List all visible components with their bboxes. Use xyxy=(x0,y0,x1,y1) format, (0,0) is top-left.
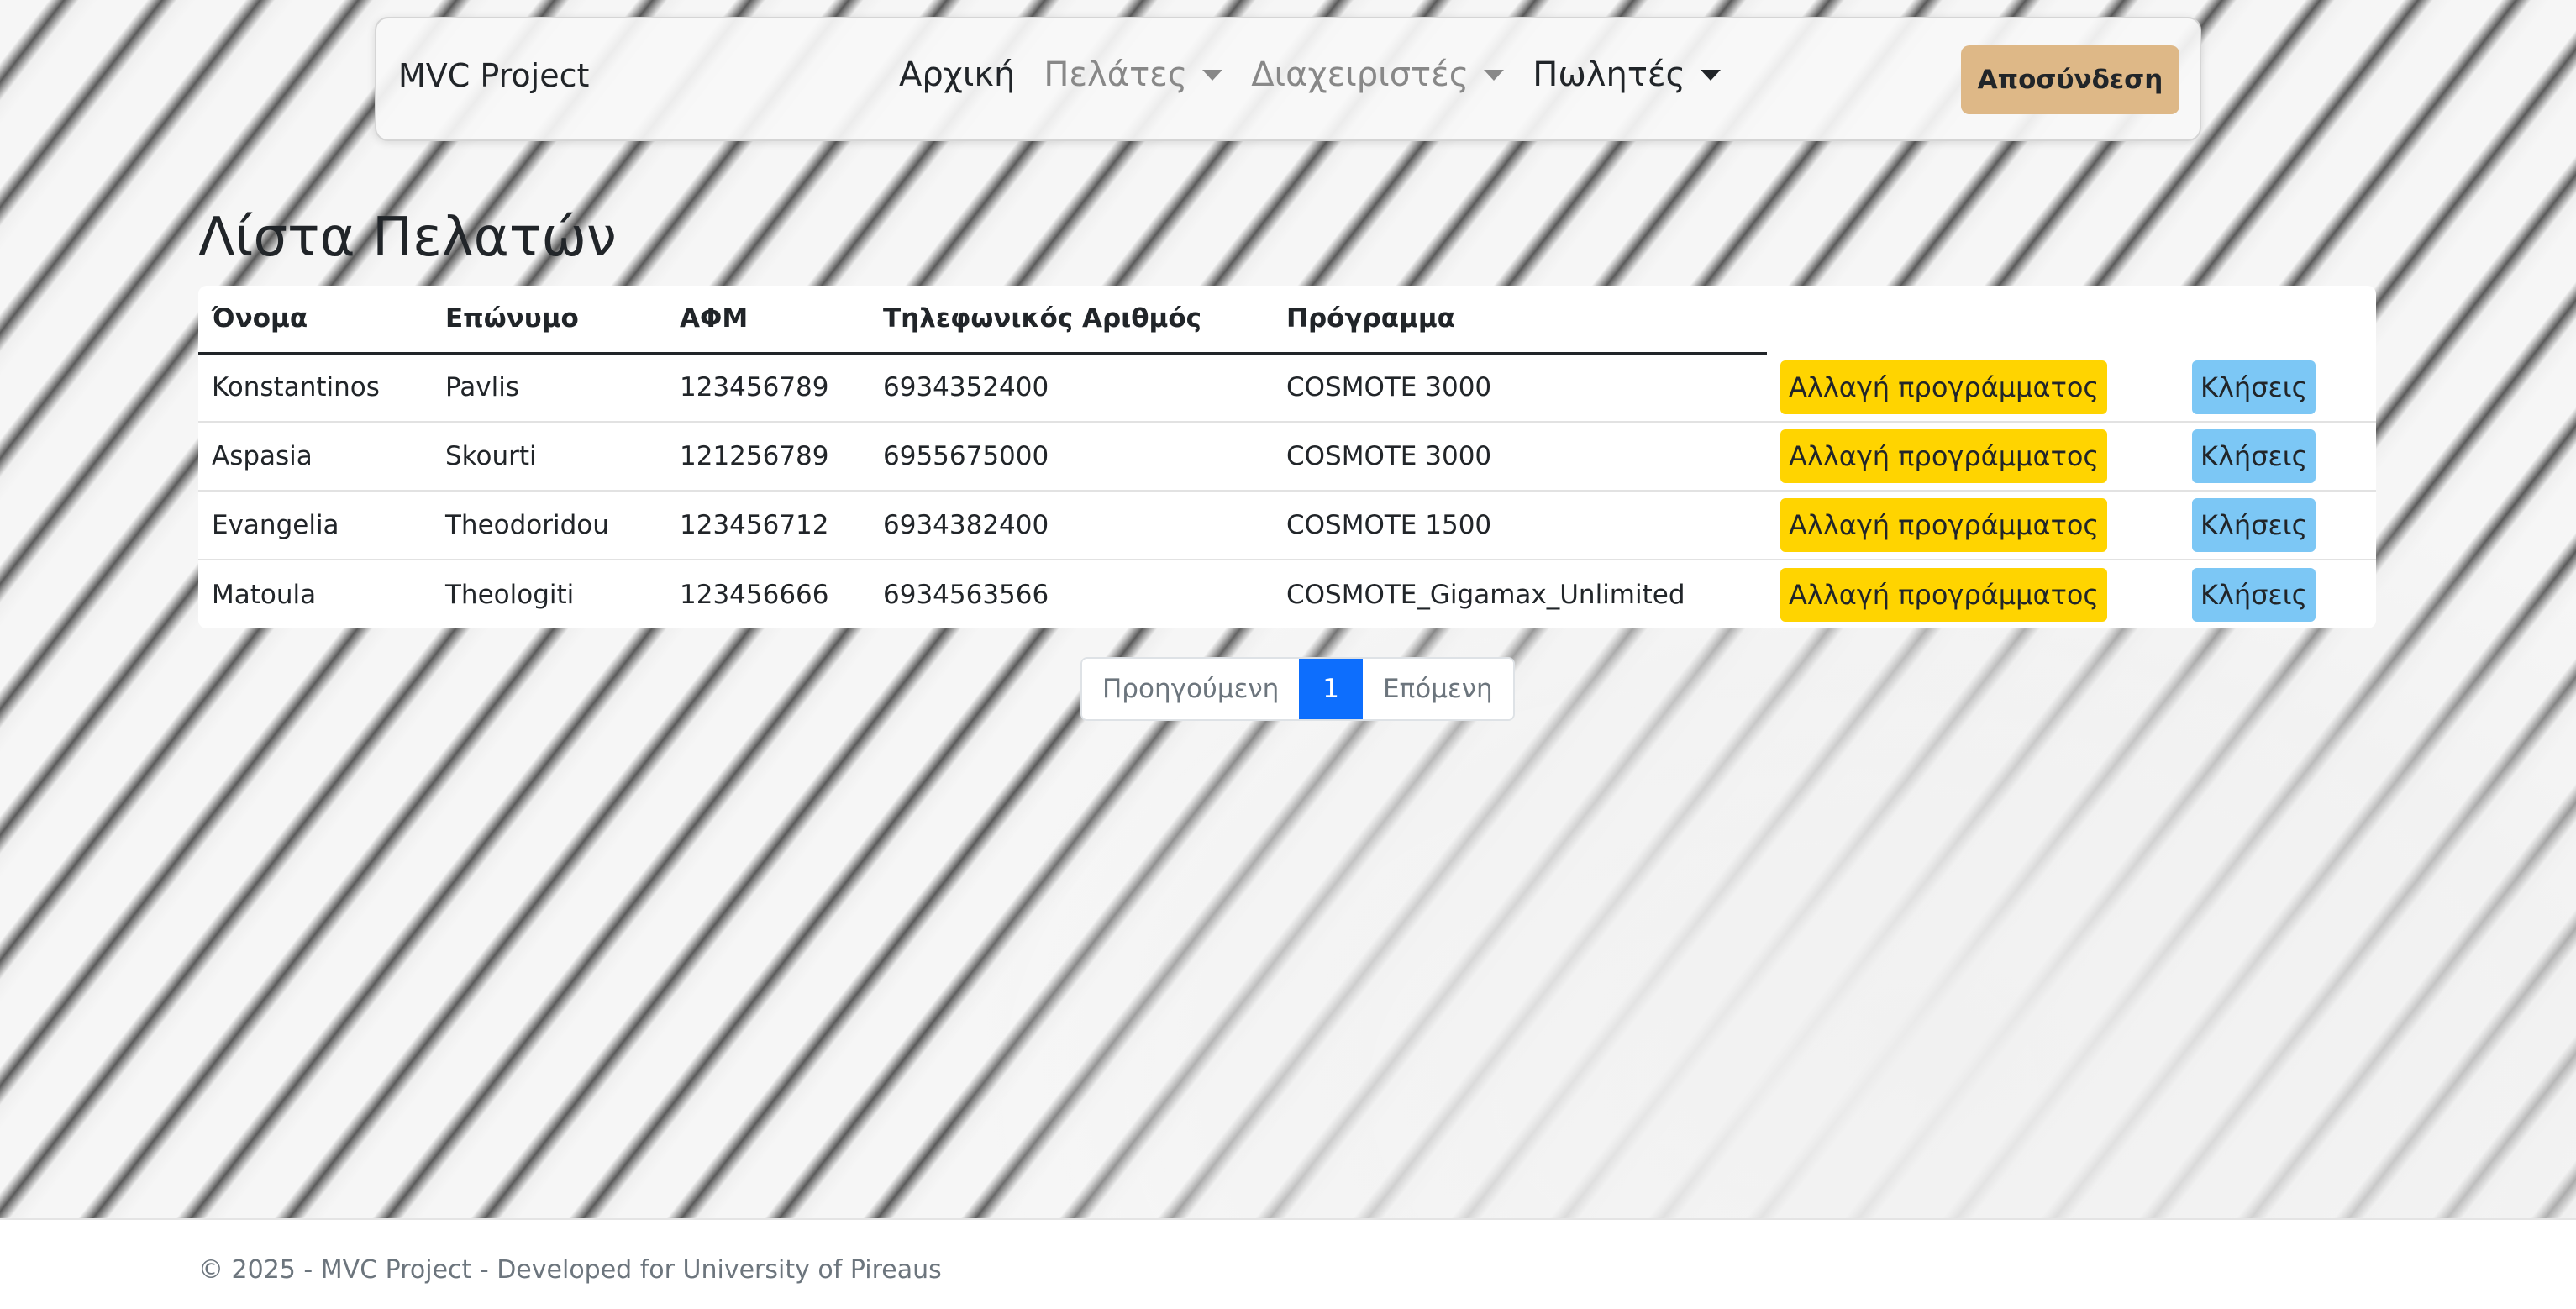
pagination-page-1[interactable]: 1 xyxy=(1299,659,1364,719)
chevron-down-icon xyxy=(1701,69,1722,81)
table-row: Aspasia Skourti 121256789 6955675000 COS… xyxy=(198,421,2376,491)
calls-button[interactable]: Κλήσεις xyxy=(2192,498,2316,552)
table-header-row: Όνομα Επώνυμο ΑΦΜ Τηλεφωνικός Αριθμός Πρ… xyxy=(198,286,2376,355)
nav-item-home-label: Αρχική xyxy=(899,55,1016,94)
nav-item-sellers[interactable]: Πωλητές xyxy=(1532,55,1722,94)
cell-change-action: Αλλαγή προγράμματος xyxy=(1767,490,2179,560)
calls-button[interactable]: Κλήσεις xyxy=(2192,429,2316,483)
cell-last-name: Theodoridou xyxy=(432,490,666,560)
nav-item-customers[interactable]: Πελάτες xyxy=(1044,55,1223,94)
cell-phone: 6934382400 xyxy=(870,490,1273,560)
change-program-button[interactable]: Αλλαγή προγράμματος xyxy=(1780,360,2108,414)
cell-change-action: Αλλαγή προγράμματος xyxy=(1767,421,2179,491)
cell-afm: 123456712 xyxy=(666,490,870,560)
navbar: MVC Project Αρχική Πελάτες Διαχειριστές … xyxy=(375,17,2201,141)
nav-item-admins[interactable]: Διαχειριστές xyxy=(1251,55,1505,94)
cell-first-name: Aspasia xyxy=(198,421,432,491)
table-row: Konstantinos Pavlis 123456789 6934352400… xyxy=(198,353,2376,422)
column-header-phone: Τηλεφωνικός Αριθμός xyxy=(870,286,1273,355)
cell-program: COSMOTE_Gigamax_Unlimited xyxy=(1273,559,1767,628)
cell-program: COSMOTE 3000 xyxy=(1273,421,1767,491)
customers-table-container: Όνομα Επώνυμο ΑΦΜ Τηλεφωνικός Αριθμός Πρ… xyxy=(198,286,2376,628)
cell-program: COSMOTE 3000 xyxy=(1286,372,1492,403)
cell-first-name: Evangelia xyxy=(198,490,432,560)
cell-phone: 6955675000 xyxy=(870,421,1273,491)
customers-table: Όνομα Επώνυμο ΑΦΜ Τηλεφωνικός Αριθμός Πρ… xyxy=(198,286,2376,628)
nav-item-sellers-label: Πωλητές xyxy=(1532,55,1686,94)
page-title: Λίστα Πελατών xyxy=(198,207,617,269)
cell-phone: 6934352400 xyxy=(883,372,1049,403)
footer: © 2025 - MVC Project - Developed for Uni… xyxy=(0,1218,2576,1309)
cell-calls-action: Κλήσεις xyxy=(2179,353,2376,422)
cell-phone: 6934563566 xyxy=(870,559,1273,628)
nav-item-home[interactable]: Αρχική xyxy=(899,55,1015,94)
cell-program: COSMOTE 1500 xyxy=(1273,490,1767,560)
cell-calls-action: Κλήσεις xyxy=(2179,559,2376,628)
cell-last-name: Pavlis xyxy=(445,372,520,403)
column-header-calls xyxy=(2179,286,2376,353)
cell-first-name: Matoula xyxy=(198,559,432,628)
column-header-last-name: Επώνυμο xyxy=(432,286,666,355)
pagination: Προηγούμενη 1 Επόμενη xyxy=(1080,657,1515,721)
nav-menu: Αρχική Πελάτες Διαχειριστές Πωλητές xyxy=(899,55,1749,94)
cell-calls-action: Κλήσεις xyxy=(2179,421,2376,491)
cell-afm: 123456666 xyxy=(666,559,870,628)
calls-button[interactable]: Κλήσεις xyxy=(2192,567,2316,622)
cell-afm: 121256789 xyxy=(666,421,870,491)
logout-button[interactable]: Αποσύνδεση xyxy=(1961,45,2179,114)
cell-last-name: Skourti xyxy=(432,421,666,491)
nav-item-customers-label: Πελάτες xyxy=(1044,55,1188,94)
cell-change-action: Αλλαγή προγράμματος xyxy=(1767,353,2179,422)
change-program-button[interactable]: Αλλαγή προγράμματος xyxy=(1780,498,2108,552)
cell-afm: 123456789 xyxy=(680,372,829,403)
nav-item-admins-label: Διαχειριστές xyxy=(1251,55,1469,94)
cell-change-action: Αλλαγή προγράμματος xyxy=(1767,559,2179,628)
pagination-next[interactable]: Επόμενη xyxy=(1363,659,1513,719)
chevron-down-icon xyxy=(1202,69,1223,81)
chevron-down-icon xyxy=(1484,69,1505,81)
cell-calls-action: Κλήσεις xyxy=(2179,490,2376,560)
column-header-afm: ΑΦΜ xyxy=(666,286,870,355)
table-row: Matoula Theologiti 123456666 6934563566 … xyxy=(198,559,2376,628)
change-program-button[interactable]: Αλλαγή προγράμματος xyxy=(1780,567,2108,622)
cell-first-name: Konstantinos xyxy=(212,372,380,403)
footer-text: © 2025 - MVC Project - Developed for Uni… xyxy=(198,1255,942,1285)
brand-link[interactable]: MVC Project xyxy=(398,57,589,94)
column-header-actions xyxy=(1767,286,2179,353)
column-header-first-name: Όνομα xyxy=(198,286,432,355)
table-row: Evangelia Theodoridou 123456712 69343824… xyxy=(198,490,2376,560)
change-program-button[interactable]: Αλλαγή προγράμματος xyxy=(1780,429,2108,483)
pagination-previous[interactable]: Προηγούμενη xyxy=(1082,659,1300,719)
cell-last-name: Theologiti xyxy=(432,559,666,628)
calls-button[interactable]: Κλήσεις xyxy=(2192,360,2316,414)
column-header-program: Πρόγραμμα xyxy=(1273,286,1767,355)
